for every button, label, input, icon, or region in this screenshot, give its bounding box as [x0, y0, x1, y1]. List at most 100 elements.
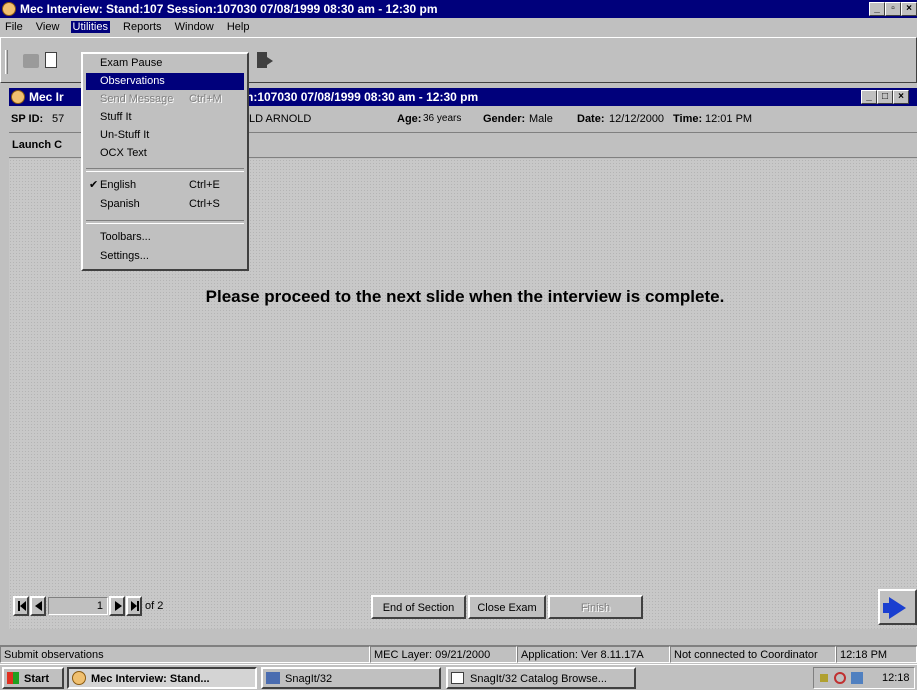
- last-slide-button[interactable]: [126, 596, 142, 616]
- gender-label: Gender:: [483, 113, 526, 125]
- menu-window[interactable]: Window: [175, 21, 214, 33]
- exit-arrow-icon: [267, 57, 273, 65]
- menu-item-toolbars[interactable]: Toolbars...: [86, 229, 244, 246]
- first-arrow-icon: [20, 601, 26, 611]
- network-icon[interactable]: [851, 672, 863, 684]
- menu-item-english[interactable]: ✔ English Ctrl+E: [86, 177, 244, 194]
- task-label-snagit: SnagIt/32: [285, 673, 333, 685]
- menu-item-label: Observations: [100, 75, 165, 87]
- catalog-task-icon: [451, 672, 464, 684]
- prev-slide-button[interactable]: [30, 596, 46, 616]
- minimize-button[interactable]: _: [869, 2, 885, 16]
- app-icon: [2, 2, 16, 16]
- child-close-button[interactable]: ×: [893, 90, 909, 104]
- sp-id-label: SP ID:: [11, 113, 44, 125]
- gender-value: Male: [529, 113, 553, 125]
- exit-door-icon[interactable]: [257, 52, 267, 68]
- menu-help[interactable]: Help: [227, 21, 250, 33]
- menu-item-label: Stuff It: [100, 111, 132, 123]
- menu-item-observations[interactable]: Observations: [86, 73, 244, 90]
- task-snagit-catalog[interactable]: SnagIt/32 Catalog Browse...: [446, 667, 636, 689]
- menu-item-label: Spanish: [100, 198, 140, 210]
- menu-item-exam-pause[interactable]: Exam Pause: [86, 55, 244, 72]
- date-label: Date:: [577, 113, 605, 125]
- age-value: 36 years: [423, 113, 462, 124]
- menu-file[interactable]: File: [5, 21, 23, 33]
- utilities-dropdown-menu: Exam Pause Observations Send Message Ctr…: [81, 52, 249, 271]
- menu-item-shortcut: Ctrl+M: [189, 93, 222, 105]
- snagit-task-icon: [266, 672, 280, 684]
- toolbar-tool-icon[interactable]: [23, 54, 39, 68]
- menu-reports[interactable]: Reports: [123, 21, 162, 33]
- next-slide-button[interactable]: [109, 596, 125, 616]
- time-label: Time:: [673, 113, 703, 125]
- menu-item-label: English: [100, 179, 137, 191]
- participant-name: LD ARNOLD: [249, 113, 312, 125]
- slide-count-label: of 2: [145, 600, 164, 612]
- tray-clock: 12:18: [882, 672, 910, 684]
- first-slide-button[interactable]: [13, 596, 29, 616]
- windows-logo-icon: [7, 672, 19, 684]
- task-snagit[interactable]: SnagIt/32: [261, 667, 441, 689]
- slide-message: Please proceed to the next slide when th…: [205, 287, 725, 306]
- menu-bar: File View Utilities Reports Window Help: [0, 18, 917, 36]
- menu-item-label: Toolbars...: [100, 231, 151, 243]
- system-tray: 12:18: [813, 667, 915, 689]
- menu-item-label: Send Message: [100, 93, 174, 105]
- mec-task-icon: [72, 671, 86, 685]
- launch-label: Launch C: [12, 139, 63, 151]
- menu-separator: [86, 168, 244, 172]
- task-label-catalog: SnagIt/32 Catalog Browse...: [470, 673, 607, 685]
- menu-item-stuff-it[interactable]: Stuff It: [86, 109, 244, 126]
- app-title-bar: Mec Interview: Stand:107 Session:107030 …: [0, 0, 917, 18]
- slide-number-field[interactable]: 1: [48, 597, 108, 615]
- close-exam-button[interactable]: Close Exam: [468, 595, 546, 619]
- status-application: Application: Ver 8.11.17A: [517, 646, 670, 663]
- child-minimize-button[interactable]: _: [861, 90, 877, 104]
- taskbar: Start Mec Interview: Stand... SnagIt/32 …: [0, 664, 917, 690]
- menu-item-label: Un-Stuff It: [100, 129, 150, 141]
- menu-item-send-message: Send Message Ctrl+M: [86, 91, 244, 108]
- app-title: Mec Interview: Stand:107 Session:107030 …: [20, 2, 438, 16]
- prev-arrow-icon: [35, 601, 42, 611]
- sp-id-value: 57: [52, 113, 65, 125]
- task-label-mec: Mec Interview: Stand...: [91, 673, 210, 685]
- start-label: Start: [24, 673, 50, 685]
- speaker-icon[interactable]: [820, 674, 828, 682]
- menu-item-un-stuff-it[interactable]: Un-Stuff It: [86, 127, 244, 144]
- status-bar: Submit observations MEC Layer: 09/21/200…: [0, 645, 917, 663]
- next-arrow-big-icon: [889, 597, 906, 619]
- menu-item-label: OCX Text: [100, 147, 147, 159]
- close-button[interactable]: ×: [901, 2, 917, 16]
- clipboard-icon[interactable]: [45, 52, 57, 68]
- menu-view[interactable]: View: [36, 21, 60, 33]
- menu-item-label: Exam Pause: [100, 57, 163, 69]
- status-time: 12:18 PM: [836, 646, 917, 663]
- next-arrow-shaft-icon: [883, 603, 891, 613]
- child-title-left: Mec Ir: [29, 90, 64, 104]
- end-of-section-button[interactable]: End of Section: [371, 595, 466, 619]
- task-mec-interview[interactable]: Mec Interview: Stand...: [67, 667, 257, 689]
- last-bar-icon: [137, 601, 139, 611]
- next-arrow-icon: [115, 601, 122, 611]
- menu-utilities[interactable]: Utilities: [70, 21, 110, 33]
- child-app-icon: [11, 90, 25, 104]
- menu-item-label: Settings...: [100, 250, 149, 262]
- menu-item-settings[interactable]: Settings...: [86, 248, 244, 265]
- age-label: Age:: [397, 113, 422, 125]
- menu-item-spanish[interactable]: Spanish Ctrl+S: [86, 196, 244, 213]
- status-mec-layer: MEC Layer: 09/21/2000: [370, 646, 517, 663]
- start-button[interactable]: Start: [2, 667, 64, 689]
- child-title-right: n:107030 07/08/1999 08:30 am - 12:30 pm: [246, 90, 479, 104]
- checkmark-icon: ✔: [89, 179, 99, 191]
- status-coordinator: Not connected to Coordinator: [670, 646, 836, 663]
- child-restore-button[interactable]: □: [877, 90, 893, 104]
- slide-number-value: 1: [96, 600, 103, 612]
- next-slide-big-button[interactable]: [878, 589, 917, 625]
- menu-item-shortcut: Ctrl+S: [189, 198, 220, 210]
- maximize-button[interactable]: ▫: [885, 2, 901, 16]
- menu-item-ocx-text[interactable]: OCX Text: [86, 145, 244, 162]
- clock-tray-icon[interactable]: [834, 672, 846, 684]
- finish-button: Finish: [548, 595, 643, 619]
- menu-item-shortcut: Ctrl+E: [189, 179, 220, 191]
